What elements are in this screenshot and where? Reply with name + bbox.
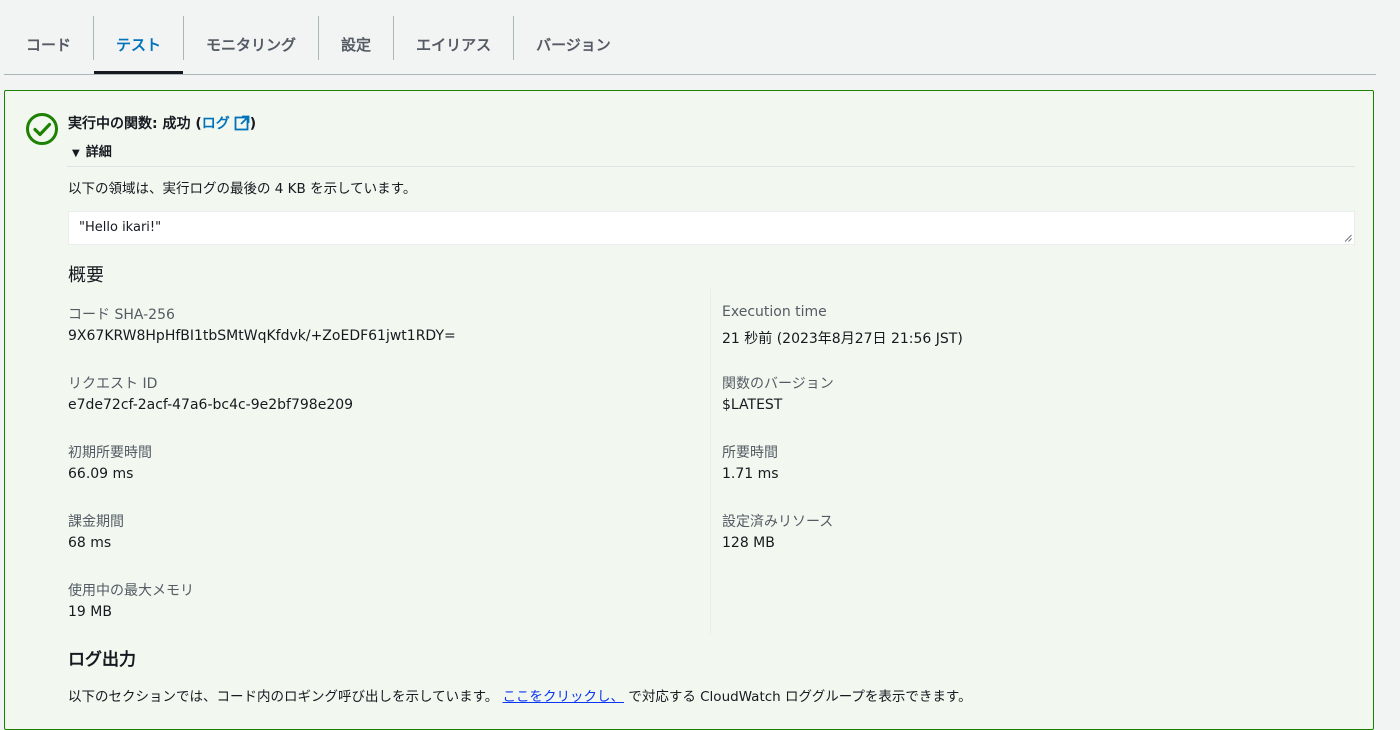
divider	[67, 166, 1355, 167]
code-sha-value: 9X67KRW8HpHfBI1tbSMtWqKfdvk/+ZoEDF61jwt1…	[68, 328, 456, 344]
execution-time-value: 21 秒前 (2023年8月27日 21:56 JST)	[722, 331, 963, 347]
function-version-label: 関数のバージョン	[722, 376, 834, 392]
output-value: "Hello ikari!"	[79, 220, 162, 235]
log-desc-text-after: で対応する CloudWatch ロググループを表示できます。	[628, 689, 972, 705]
tab-label: バージョン	[536, 35, 611, 54]
tab-label: モニタリング	[206, 35, 297, 54]
execution-time-label: Execution time	[722, 304, 827, 320]
max-memory-value: 19 MB	[68, 604, 112, 620]
code-sha-label: コード SHA-256	[68, 307, 175, 323]
duration-label: 所要時間	[722, 445, 778, 461]
init-duration-label: 初期所要時間	[68, 445, 152, 461]
function-version-value: $LATEST	[722, 397, 783, 413]
log-link[interactable]: ログ	[201, 115, 250, 132]
summary-heading: 概要	[68, 265, 104, 286]
tab-label: テスト	[116, 35, 162, 54]
log-output-heading: ログ出力	[68, 650, 136, 670]
resize-handle-icon[interactable]	[1344, 234, 1352, 242]
request-id-value: e7de72cf-2acf-47a6-bc4c-9e2bf798e209	[68, 397, 354, 413]
log-desc-text: 以下のセクションでは、コード内のロギング呼び出しを示しています。	[68, 689, 499, 705]
billed-duration-value: 68 ms	[68, 535, 112, 551]
column-divider	[710, 289, 711, 635]
duration-value: 1.71 ms	[722, 466, 779, 482]
max-memory-label: 使用中の最大メモリ	[68, 583, 194, 599]
details-label: 詳細	[85, 145, 112, 160]
request-id-label: リクエスト ID	[68, 376, 158, 392]
execution-status-title: 実行中の関数: 成功 (ログ)	[68, 113, 256, 133]
tab-label: 設定	[341, 35, 372, 54]
tab-label: エイリアス	[416, 35, 492, 54]
tab-settings[interactable]: 設定	[319, 16, 393, 72]
tab-test[interactable]: テスト	[94, 16, 184, 74]
tab-monitoring[interactable]: モニタリング	[184, 16, 318, 72]
tab-code[interactable]: コード	[4, 16, 93, 72]
init-duration-value: 66.09 ms	[68, 466, 134, 482]
status-suffix: )	[249, 116, 257, 132]
output-textarea[interactable]: "Hello ikari!"	[68, 211, 1355, 245]
cloudwatch-link[interactable]: ここをクリックし、	[503, 689, 625, 705]
execution-result-panel: 実行中の関数: 成功 (ログ) ▼ 詳細 以下の領域は、実行ログの最後の 4 KB…	[4, 90, 1374, 730]
caret-down-icon: ▼	[72, 148, 80, 159]
billed-duration-label: 課金期間	[68, 514, 124, 530]
log-output-description: 以下のセクションでは、コード内のロギング呼び出しを示しています。 ここをクリック…	[68, 685, 972, 705]
configured-resources-value: 128 MB	[722, 535, 775, 551]
log-link-label: ログ	[201, 116, 230, 132]
success-check-icon	[26, 113, 58, 145]
tab-aliases[interactable]: エイリアス	[394, 16, 513, 72]
details-expander[interactable]: ▼ 詳細	[72, 141, 112, 160]
tab-label: コード	[26, 35, 72, 54]
log-area-description: 以下の領域は、実行ログの最後の 4 KB を示しています。	[68, 181, 417, 197]
configured-resources-label: 設定済みリソース	[722, 514, 834, 530]
external-link-icon	[234, 115, 250, 131]
tab-bar: コード テスト モニタリング 設定 エイリアス バージョン	[4, 16, 1376, 75]
status-text: 実行中の関数: 成功 (	[68, 116, 202, 132]
tab-versions[interactable]: バージョン	[514, 16, 633, 72]
